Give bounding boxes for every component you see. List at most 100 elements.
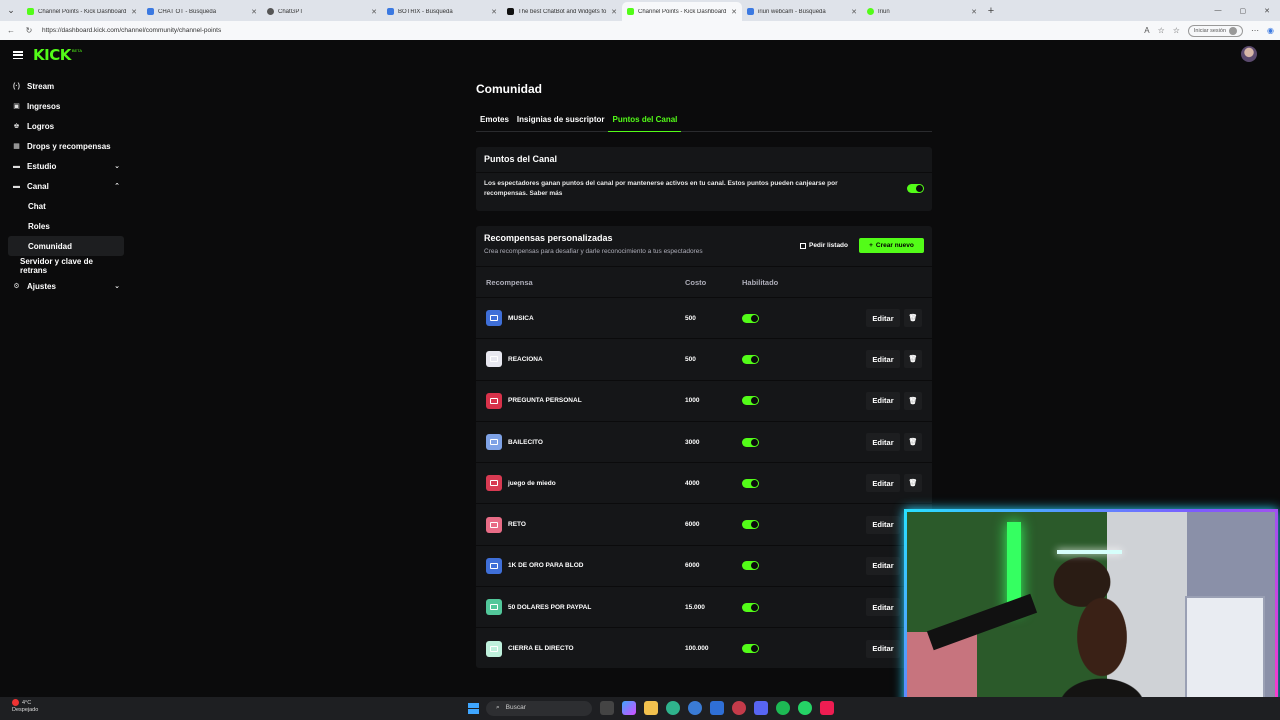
reward-enabled-toggle[interactable] bbox=[742, 313, 759, 323]
close-tab-icon[interactable]: ✕ bbox=[491, 8, 497, 16]
store-icon[interactable] bbox=[710, 701, 724, 715]
sidebar-item-ajustes[interactable]: ⚙ Ajustes ⌄ bbox=[8, 276, 124, 296]
create-new-button[interactable]: + Crear nuevo bbox=[859, 238, 924, 253]
browser-tab[interactable]: iriun webcam - Búsqueda ✕ bbox=[742, 2, 862, 21]
sidebar-item-servidor[interactable]: Servidor y clave de retrans bbox=[8, 256, 124, 276]
edit-reward-button[interactable]: Editar bbox=[866, 639, 900, 658]
browser-tab[interactable]: CHAT OT - Búsqueda ✕ bbox=[142, 2, 262, 21]
taskbar-search[interactable]: ⌕ Buscar bbox=[486, 701, 592, 716]
signin-button[interactable]: Iniciar sesión bbox=[1187, 24, 1244, 37]
trash-icon[interactable]: 🗑 bbox=[904, 309, 922, 328]
browser-tab[interactable]: The best ChatBot and Widgets fo ✕ bbox=[502, 2, 622, 21]
whatsapp-icon[interactable] bbox=[798, 701, 812, 715]
sidebar-item-chat[interactable]: Chat bbox=[8, 196, 124, 216]
sidebar-item-estudio[interactable]: ▬ Estudio ⌄ bbox=[8, 156, 124, 176]
edit-reward-button[interactable]: Editar bbox=[866, 391, 900, 410]
reward-enabled-toggle[interactable] bbox=[742, 602, 759, 612]
notification-badge-icon bbox=[12, 699, 19, 706]
request-list-button[interactable]: Pedir listado bbox=[796, 238, 852, 253]
capcut-icon[interactable] bbox=[732, 701, 746, 715]
kick-logo[interactable]: KICK bbox=[33, 46, 71, 64]
tab-insignias-de-suscriptor[interactable]: Insignias de suscriptor bbox=[513, 112, 609, 132]
close-tab-icon[interactable]: ✕ bbox=[371, 8, 377, 16]
close-window-icon[interactable]: ✕ bbox=[1264, 7, 1270, 15]
browser-tab[interactable]: BOTRIX - Búsqueda ✕ bbox=[382, 2, 502, 21]
close-tab-icon[interactable]: ✕ bbox=[251, 8, 257, 16]
copilot-app-icon[interactable] bbox=[622, 701, 636, 715]
edge-icon[interactable] bbox=[666, 701, 680, 715]
sidebar-item-roles[interactable]: Roles bbox=[8, 216, 124, 236]
read-aloud-icon[interactable]: A bbox=[1144, 26, 1149, 35]
close-tab-icon[interactable]: ✕ bbox=[851, 8, 857, 16]
hamburger-menu-icon[interactable] bbox=[13, 51, 23, 59]
reward-enabled-toggle[interactable] bbox=[742, 520, 759, 530]
minimize-icon[interactable]: — bbox=[1215, 7, 1222, 15]
discord-icon[interactable] bbox=[754, 701, 768, 715]
edit-reward-button[interactable]: Editar bbox=[866, 515, 900, 534]
refresh-icon[interactable]: ↻ bbox=[24, 26, 34, 35]
url-field[interactable]: https://dashboard.kick.com/channel/commu… bbox=[42, 27, 1136, 34]
sidebar-item-comunidad[interactable]: Comunidad bbox=[8, 236, 124, 256]
tab-puntos-del-canal[interactable]: Puntos del Canal bbox=[608, 112, 682, 132]
tab-actions-menu-icon[interactable]: ⌄ bbox=[0, 0, 22, 21]
trash-icon[interactable]: 🗑 bbox=[904, 474, 922, 493]
edit-reward-button[interactable]: Editar bbox=[866, 474, 900, 493]
sidebar-item-logros[interactable]: ♚ Logros bbox=[8, 116, 124, 136]
webcam-scene-mic-arm bbox=[926, 593, 1038, 651]
reward-enabled-toggle[interactable] bbox=[742, 396, 759, 406]
maximize-icon[interactable]: ▢ bbox=[1240, 7, 1247, 15]
windows-start-icon[interactable] bbox=[468, 703, 479, 714]
edit-reward-button[interactable]: Editar bbox=[866, 350, 900, 369]
sidebar-item-stream[interactable]: (·) Stream bbox=[8, 76, 124, 96]
reward-cell: 50 DOLARES POR PAYPAL bbox=[486, 599, 685, 616]
chevron-down-icon[interactable]: ⌄ bbox=[114, 282, 120, 290]
close-tab-icon[interactable]: ✕ bbox=[731, 8, 737, 16]
close-tab-icon[interactable]: ✕ bbox=[971, 8, 977, 16]
reward-enabled-toggle[interactable] bbox=[742, 437, 759, 447]
reward-enabled-toggle[interactable] bbox=[742, 561, 759, 571]
file-explorer-icon[interactable] bbox=[644, 701, 658, 715]
reward-ticket-icon bbox=[486, 351, 502, 368]
weather-widget[interactable]: 4°C Despejado bbox=[12, 699, 38, 714]
browser-tab[interactable]: ChatGPT ✕ bbox=[262, 2, 382, 21]
taskview-icon[interactable] bbox=[600, 701, 614, 715]
browser-tab[interactable]: Iriun ✕ bbox=[862, 2, 982, 21]
chevron-down-icon[interactable]: ⌄ bbox=[114, 162, 120, 170]
close-tab-icon[interactable]: ✕ bbox=[611, 8, 617, 16]
close-tab-icon[interactable]: ✕ bbox=[131, 8, 137, 16]
reward-ticket-icon bbox=[486, 392, 502, 409]
new-tab-button[interactable]: + bbox=[982, 5, 1000, 17]
favorites-icon[interactable]: ☆ bbox=[1173, 26, 1180, 35]
edit-reward-button[interactable]: Editar bbox=[866, 433, 900, 452]
edit-reward-button[interactable]: Editar bbox=[866, 598, 900, 617]
favorite-star-icon[interactable]: ☆ bbox=[1158, 26, 1165, 35]
browser-tab[interactable]: Channel Points - Kick Dashboard ✕ bbox=[622, 2, 742, 21]
back-icon[interactable]: ← bbox=[6, 26, 16, 35]
tab-emotes[interactable]: Emotes bbox=[476, 112, 513, 132]
spotify-icon[interactable] bbox=[776, 701, 790, 715]
plus-icon: + bbox=[869, 242, 873, 249]
chrome-icon[interactable] bbox=[688, 701, 702, 715]
chevron-up-icon[interactable]: ⌃ bbox=[114, 182, 120, 190]
custom-rewards-subtitle: Crea recompensas para desafiar y darle r… bbox=[484, 248, 703, 255]
page-title: Comunidad bbox=[476, 82, 542, 96]
channel-points-toggle[interactable] bbox=[907, 184, 924, 193]
trash-icon[interactable]: 🗑 bbox=[904, 391, 922, 410]
weather-desc: Despejado bbox=[12, 706, 39, 713]
sidebar-item-ingresos[interactable]: ▣ Ingresos bbox=[8, 96, 124, 116]
copilot-icon[interactable]: ◉ bbox=[1267, 26, 1274, 35]
more-options-icon[interactable]: ⋯ bbox=[1251, 26, 1259, 35]
edit-reward-button[interactable]: Editar bbox=[866, 309, 900, 328]
sidebar-item-drops[interactable]: ▦ Drops y recompensas bbox=[8, 136, 124, 156]
user-avatar[interactable] bbox=[1241, 46, 1257, 62]
sidebar-item-canal[interactable]: ▬ Canal ⌃ bbox=[8, 176, 124, 196]
browser-tab[interactable]: Channel Points - Kick Dashboard ✕ bbox=[22, 2, 142, 21]
reward-enabled-toggle[interactable] bbox=[742, 478, 759, 488]
reward-enabled-toggle[interactable] bbox=[742, 644, 759, 654]
edit-reward-button[interactable]: Editar bbox=[866, 556, 900, 575]
tiktok-icon[interactable] bbox=[820, 701, 834, 715]
trash-icon[interactable]: 🗑 bbox=[904, 350, 922, 369]
reward-enabled-toggle[interactable] bbox=[742, 354, 759, 364]
trash-icon[interactable]: 🗑 bbox=[904, 433, 922, 452]
column-header-reward: Recompensa bbox=[486, 277, 533, 287]
